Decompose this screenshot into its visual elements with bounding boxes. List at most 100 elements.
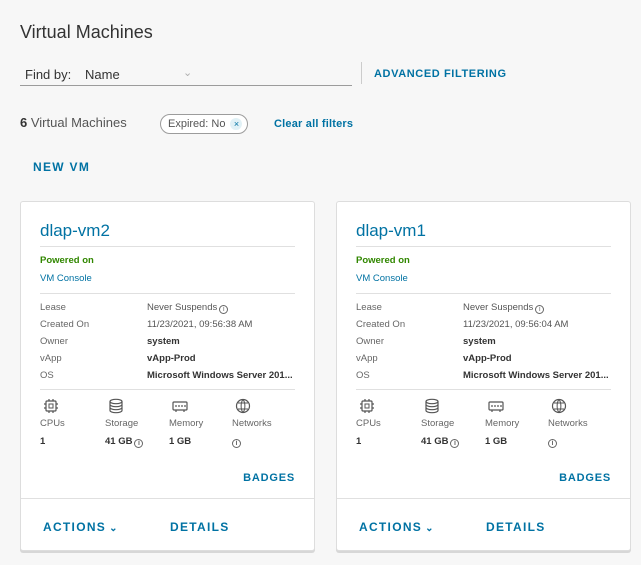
- vm-name-link[interactable]: dlap-vm1: [356, 221, 426, 241]
- property-row-owner: Owner system: [40, 336, 300, 349]
- divider: [21, 498, 314, 499]
- memory-label: Memory: [169, 418, 204, 429]
- os-label: OS: [40, 370, 54, 381]
- clear-all-filters-link[interactable]: Clear all filters: [274, 118, 353, 130]
- divider: [40, 293, 295, 294]
- owner-value: system: [147, 336, 180, 347]
- owner-value: system: [463, 336, 496, 347]
- vapp-label: vApp: [356, 353, 378, 364]
- storage-value: 41 GB: [421, 436, 449, 447]
- memory-icon: [172, 401, 188, 412]
- vm-console-link[interactable]: VM Console: [356, 273, 408, 284]
- property-row-created: Created On 11/23/2021, 09:56:04 AM: [356, 319, 616, 332]
- storage-value: 41 GB: [105, 436, 133, 447]
- divider: [40, 246, 295, 247]
- vm-console-link[interactable]: VM Console: [40, 273, 92, 284]
- memory-value: 1 GB: [485, 436, 508, 447]
- storage-value-wrap: 41 GB i: [421, 436, 460, 448]
- badges-button[interactable]: BADGES: [243, 472, 295, 484]
- storage-label: Storage: [421, 418, 455, 429]
- divider: [337, 498, 630, 499]
- os-value: Microsoft Windows Server 201...: [147, 370, 293, 381]
- actions-label: ACTIONS: [43, 520, 107, 534]
- os-value: Microsoft Windows Server 201...: [463, 370, 609, 381]
- info-icon[interactable]: i: [134, 439, 144, 448]
- networks-value-wrap: i: [548, 436, 557, 448]
- divider: [356, 246, 611, 247]
- network-icon: [551, 398, 567, 414]
- info-icon[interactable]: i: [232, 439, 241, 448]
- property-row-vapp: vApp vApp-Prod: [40, 353, 300, 366]
- owner-label: Owner: [40, 336, 68, 347]
- created-on-label: Created On: [356, 319, 406, 330]
- lease-value-wrap: Never Suspends i: [463, 302, 545, 314]
- filter-chip-label: Expired: No: [168, 118, 226, 130]
- created-on-label: Created On: [40, 319, 90, 330]
- divider: [356, 293, 611, 294]
- lease-value: Never Suspends: [147, 302, 218, 313]
- networks-value-wrap: i: [232, 436, 241, 448]
- vapp-value: vApp-Prod: [147, 353, 196, 364]
- vm-count-number: 6: [20, 115, 28, 130]
- vm-power-status: Powered on: [40, 255, 94, 266]
- vm-count-label: Virtual Machines: [30, 115, 127, 130]
- vm-card: dlap-vm2 Powered on VM Console Lease Nev…: [20, 201, 315, 551]
- cpus-value: 1: [356, 436, 362, 447]
- storage-label: Storage: [105, 418, 139, 429]
- close-icon[interactable]: ×: [230, 118, 243, 130]
- find-by-value: Name: [85, 67, 120, 82]
- details-button[interactable]: DETAILS: [170, 520, 230, 534]
- vm-card: dlap-vm1 Powered on VM Console Lease Nev…: [336, 201, 631, 551]
- property-row-os: OS Microsoft Windows Server 201...: [356, 370, 616, 383]
- storage-value-wrap: 41 GB i: [105, 436, 144, 448]
- actions-label: ACTIONS: [359, 520, 423, 534]
- info-icon[interactable]: i: [535, 305, 545, 314]
- advanced-filtering-button[interactable]: ADVANCED FILTERING: [374, 68, 507, 80]
- network-icon: [235, 398, 251, 414]
- cpus-value: 1: [40, 436, 46, 447]
- memory-value: 1 GB: [169, 436, 192, 447]
- divider: [356, 389, 611, 390]
- cpu-icon: [360, 399, 374, 413]
- badges-button[interactable]: BADGES: [559, 472, 611, 484]
- property-row-lease: Lease Never Suspends i: [40, 302, 300, 315]
- chevron-down-icon: ⌄: [109, 523, 119, 534]
- lease-label: Lease: [356, 302, 382, 313]
- property-row-vapp: vApp vApp-Prod: [356, 353, 616, 366]
- vapp-value: vApp-Prod: [463, 353, 512, 364]
- chevron-down-icon: ⌄: [425, 523, 435, 534]
- owner-label: Owner: [356, 336, 384, 347]
- details-button[interactable]: DETAILS: [486, 520, 546, 534]
- created-on-value: 11/23/2021, 09:56:38 AM: [147, 319, 253, 330]
- lease-value-wrap: Never Suspends i: [147, 302, 229, 314]
- networks-label: Networks: [232, 418, 272, 429]
- page-title: Virtual Machines: [20, 22, 153, 42]
- actions-menu-button[interactable]: ACTIONS ⌄: [359, 520, 435, 534]
- cpu-icon: [44, 399, 58, 413]
- memory-icon: [488, 401, 504, 412]
- vm-name-link[interactable]: dlap-vm2: [40, 221, 110, 241]
- property-row-created: Created On 11/23/2021, 09:56:38 AM: [40, 319, 300, 332]
- divider: [361, 62, 362, 84]
- find-by-select[interactable]: Find by: Name ⌄: [20, 60, 352, 86]
- info-icon[interactable]: i: [548, 439, 557, 448]
- lease-label: Lease: [40, 302, 66, 313]
- info-icon[interactable]: i: [219, 305, 229, 314]
- actions-menu-button[interactable]: ACTIONS ⌄: [43, 520, 119, 534]
- property-row-os: OS Microsoft Windows Server 201...: [40, 370, 300, 383]
- filter-chip-expired: Expired: No ×: [160, 114, 249, 134]
- networks-label: Networks: [548, 418, 588, 429]
- chevron-down-icon: ⌄: [183, 67, 193, 79]
- new-vm-button[interactable]: NEW VM: [33, 160, 90, 174]
- os-label: OS: [356, 370, 370, 381]
- vm-count: 6 Virtual Machines: [20, 115, 127, 130]
- lease-value: Never Suspends: [463, 302, 534, 313]
- property-row-owner: Owner system: [356, 336, 616, 349]
- memory-label: Memory: [485, 418, 520, 429]
- divider: [40, 389, 295, 390]
- find-by-label: Find by:: [25, 67, 72, 82]
- property-row-lease: Lease Never Suspends i: [356, 302, 616, 315]
- cpus-label: CPUs: [40, 418, 65, 429]
- info-icon[interactable]: i: [450, 439, 460, 448]
- cpus-label: CPUs: [356, 418, 381, 429]
